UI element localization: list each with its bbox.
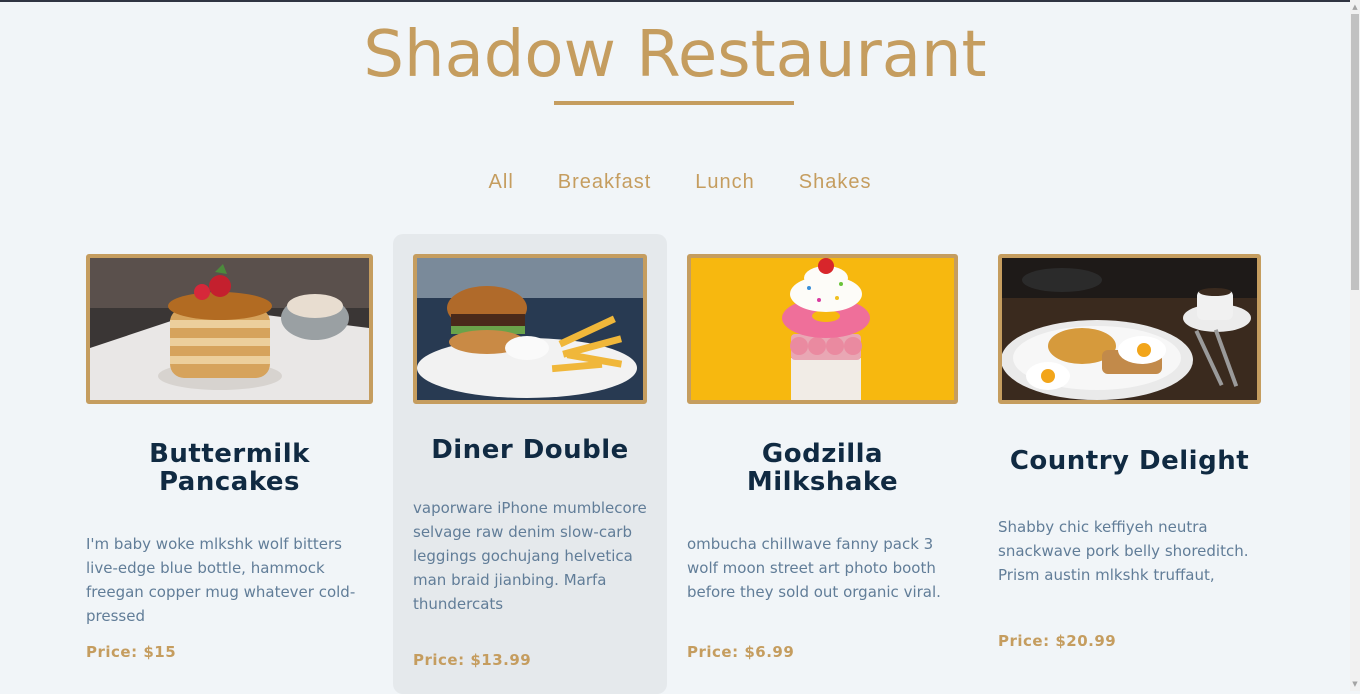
item-price: Price: $6.99 bbox=[687, 643, 795, 661]
pancakes-photo bbox=[86, 254, 373, 404]
window-top-border bbox=[0, 0, 1360, 2]
menu-item-card[interactable]: Buttermilk Pancakes I'm baby woke mlkshk… bbox=[86, 234, 373, 694]
title-underline bbox=[554, 101, 794, 105]
filter-shakes-button[interactable]: Shakes bbox=[797, 167, 874, 198]
scrollbar-thumb[interactable] bbox=[1351, 14, 1359, 290]
item-price: Price: $15 bbox=[86, 643, 177, 661]
menu-item-card[interactable]: Diner Double vaporware iPhone mumblecore… bbox=[393, 234, 667, 694]
breakfast-plate-photo bbox=[998, 254, 1261, 404]
item-name: Country Delight bbox=[1009, 446, 1250, 476]
scroll-down-icon[interactable]: ▼ bbox=[1351, 679, 1359, 689]
menu-item-card[interactable]: Godzilla Milkshake ombucha chillwave fan… bbox=[687, 234, 958, 694]
filter-breakfast-button[interactable]: Breakfast bbox=[556, 167, 653, 198]
menu-item-card[interactable]: Country Delight Shabby chic keffiyeh neu… bbox=[998, 234, 1261, 694]
milkshake-photo bbox=[687, 254, 958, 404]
page-title: Shadow Restaurant bbox=[363, 18, 987, 92]
burger-photo bbox=[413, 254, 647, 404]
item-name: Buttermilk Pancakes bbox=[149, 439, 310, 497]
item-description: I'm baby woke mlkshk wolf bitters live-e… bbox=[86, 535, 356, 625]
item-description: Shabby chic keffiyeh neutra snackwave po… bbox=[998, 518, 1249, 584]
item-description: vaporware iPhone mumblecore selvage raw … bbox=[413, 499, 647, 613]
item-name: Diner Double bbox=[431, 435, 629, 465]
filter-all-button[interactable]: All bbox=[487, 167, 516, 198]
filter-lunch-button[interactable]: Lunch bbox=[693, 167, 757, 198]
item-description: ombucha chillwave fanny pack 3 wolf moon… bbox=[687, 535, 941, 601]
item-price: Price: $20.99 bbox=[998, 632, 1117, 650]
item-price: Price: $13.99 bbox=[413, 651, 532, 669]
category-filter-bar: All Breakfast Lunch Shakes bbox=[0, 167, 1360, 198]
scroll-up-icon[interactable]: ▲ bbox=[1351, 2, 1359, 12]
item-name: Godzilla Milkshake bbox=[746, 439, 899, 497]
vertical-scrollbar[interactable]: ▲ ▼ bbox=[1350, 0, 1360, 691]
